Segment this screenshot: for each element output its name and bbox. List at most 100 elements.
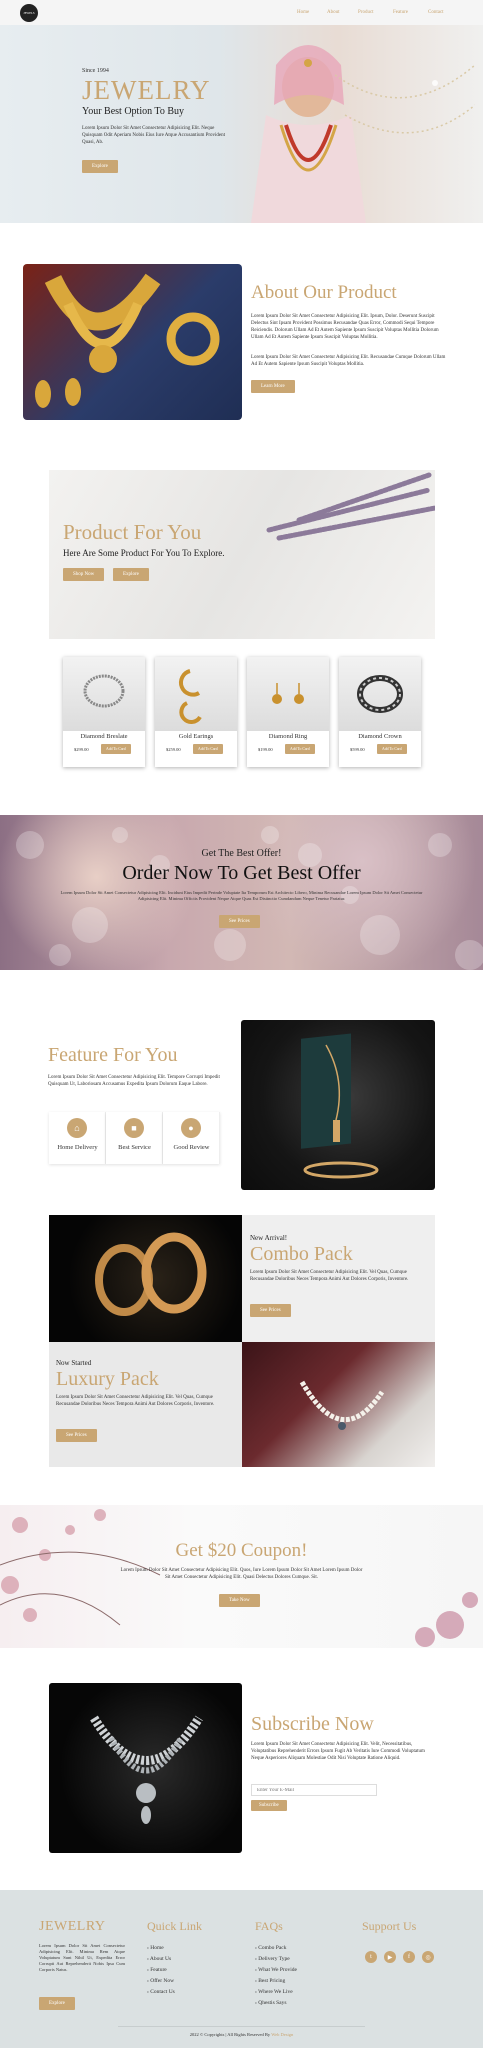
footer-link-contact[interactable]: › Contact Us [147, 1987, 175, 1998]
coupon-text: Lorem Ipsum Dolor Sit Amet Consectetur A… [120, 1568, 363, 1580]
footer-brand-text: Lorem Ipsum Dolor Sit Amet Consectetur A… [39, 1943, 125, 1972]
product-name: Diamond Crown [358, 733, 402, 740]
offer-see-prices-button[interactable]: See Prices [219, 915, 260, 928]
footer-faq-link[interactable]: › Delivery Type [255, 1954, 297, 1965]
youtube-icon[interactable]: ▶ [384, 1951, 396, 1963]
nav-link-about[interactable]: About [327, 10, 340, 15]
nav-link-feature[interactable]: Feature [393, 10, 408, 15]
hero-text: Lorem Ipsum Dolor Sit Amet Consectetur A… [82, 126, 226, 145]
offer-title: Order Now To Get Best Offer [122, 862, 361, 884]
subscribe-title: Subscribe Now [251, 1713, 374, 1735]
coupon-section: Get $20 Coupon! Lorem Ipsum Dolor Sit Am… [0, 1505, 483, 1648]
footer-credit-link[interactable]: Web Design [271, 2032, 293, 2037]
add-to-card-button[interactable]: Add To Card [193, 744, 223, 754]
product-price: $299.00 [74, 747, 89, 752]
product-name: Diamond Ring [268, 733, 308, 740]
luxury-pack-panel: Now Started Luxury Pack Lorem Ipsum Dolo… [49, 1342, 242, 1467]
luxury-see-prices-button[interactable]: See Prices [56, 1429, 97, 1442]
products-banner-title: Product For You [63, 520, 202, 544]
combo-see-prices-button[interactable]: See Prices [250, 1304, 291, 1317]
about-text-2: Lorem Ipsum Dolor Sit Amet Consectetur A… [251, 355, 446, 367]
subscribe-text: Lorem Ipsum Dolor Sit Amet Consectetur A… [251, 1742, 425, 1761]
nav-link-contact[interactable]: Contact [428, 10, 444, 15]
coupon-title: Get $20 Coupon! [175, 1540, 308, 1561]
about-title: About Our Product [251, 282, 397, 303]
footer-faq-link[interactable]: › Combo Pack [255, 1943, 297, 1954]
product-image [339, 657, 421, 731]
luxury-text: Lorem Ipsum Dolor Sit Amet Consectetur A… [56, 1395, 215, 1407]
shop-now-button[interactable]: Shop Now [63, 568, 105, 581]
footer-faq-link[interactable]: › What We Provide [255, 1965, 297, 1976]
feature-text: Lorem Ipsum Dolor Sit Amet Consectetur A… [48, 1075, 220, 1087]
about-text-1: Lorem Ipsum Dolor Sit Amet Consectetur A… [251, 314, 439, 340]
footer-brand: JEWELRY [39, 1919, 106, 1934]
footer-link-home[interactable]: › Home [147, 1943, 175, 1954]
user-icon: ● [181, 1118, 201, 1138]
offer-text: Lorem Ipsum Dolor Sit Amet Consectetur A… [60, 890, 423, 901]
footer-quick-link-title: Quick Link [147, 1919, 202, 1933]
combo-pack-image [49, 1215, 242, 1342]
subscribe-button[interactable]: Subscribe [251, 1800, 287, 1811]
footer-support-title: Support Us [362, 1919, 417, 1933]
feature-box-good-review: ● Good Review [163, 1112, 220, 1164]
product-name: Diamond Breslate [80, 733, 128, 740]
footer-explore-button[interactable]: Explore [39, 1997, 75, 2010]
about-learn-more-button[interactable]: Learn More [251, 380, 295, 393]
footer-quick-links: › Home › About Us › Feature › Offer Now … [147, 1943, 175, 1998]
luxury-pack-image [242, 1342, 435, 1467]
luxury-title: Luxury Pack [56, 1368, 159, 1390]
combo-pack-panel: New Arrival! Combo Pack Lorem Ipsum Dolo… [242, 1215, 435, 1342]
lavender-decor [266, 472, 435, 541]
nav-link-product[interactable]: Product [358, 10, 374, 15]
twitter-icon[interactable]: t [365, 1951, 377, 1963]
footer-faq-links: › Combo Pack › Delivery Type › What We P… [255, 1943, 297, 2009]
home-icon: ⌂ [67, 1118, 87, 1138]
combo-kicker: New Arrival! [250, 1234, 288, 1242]
add-to-card-button[interactable]: Add To Card [101, 744, 131, 754]
product-price: $259.00 [166, 747, 181, 752]
feature-label: Good Review [173, 1144, 210, 1151]
feature-image [241, 1020, 435, 1190]
product-name: Gold Earings [178, 733, 214, 740]
add-to-card-button[interactable]: Add To Card [377, 744, 407, 754]
hero-explore-button[interactable]: Explore [82, 160, 118, 173]
luxury-kicker: Now Started [56, 1359, 92, 1367]
subscribe-image [49, 1683, 242, 1853]
add-to-card-button[interactable]: Add To Card [285, 744, 315, 754]
hero-subtitle: Your Best Option To Buy [82, 106, 185, 117]
offer-kicker: Get The Best Offer! [201, 848, 282, 859]
footer-divider [118, 2026, 365, 2027]
product-card: Gold Earings $259.00 Add To Card [155, 657, 237, 767]
nav-link-home[interactable]: Home [297, 10, 309, 15]
footer-link-about[interactable]: › About Us [147, 1954, 175, 1965]
footer-link-feature[interactable]: › Feature [147, 1965, 175, 1976]
offer-section: Get The Best Offer! Order Now To Get Bes… [0, 815, 483, 970]
hero-section: Since 1994 JEWELRY Your Best Option To B… [0, 25, 483, 223]
product-image [247, 657, 329, 731]
truck-icon: ■ [124, 1118, 144, 1138]
combo-title: Combo Pack [250, 1243, 353, 1265]
footer-link-offer[interactable]: › Offer Now [147, 1976, 175, 1987]
hero-pearl-decor [335, 64, 475, 134]
product-card: Diamond Ring $199.00 Add To Card [247, 657, 329, 767]
feature-label: Best Service [118, 1144, 151, 1151]
coupon-take-now-button[interactable]: Take Now [219, 1594, 260, 1607]
footer-faq-link[interactable]: › Best Pricing [255, 1976, 297, 1987]
feature-title: Feature For You [48, 1044, 178, 1066]
about-product-image [23, 264, 242, 420]
explore-button[interactable]: Explore [113, 568, 149, 581]
footer-copyright: 2022 © Copyrights | All Rights Reserved … [189, 2032, 294, 2037]
product-card: Diamond Crown $599.00 Add To Card [339, 657, 421, 767]
instagram-icon[interactable]: ◎ [422, 1951, 434, 1963]
product-image [155, 657, 237, 731]
brand-logo[interactable]: JEWELS [20, 4, 38, 22]
feature-box-home-delivery: ⌂ Home Delivery [49, 1112, 106, 1164]
feature-label: Home Delivery [57, 1144, 98, 1151]
footer-faq-link[interactable]: › Where We Live [255, 1987, 297, 1998]
products-banner-subtitle: Here Are Some Product For You To Explore… [63, 548, 225, 558]
footer-faq-link[interactable]: › Qhestis Says [255, 1998, 297, 2009]
product-card: Diamond Breslate $299.00 Add To Card [63, 657, 145, 767]
facebook-icon[interactable]: f [403, 1951, 415, 1963]
email-input[interactable] [251, 1784, 377, 1796]
combo-text: Lorem Ipsum Dolor Sit Amet Consectetur A… [250, 1270, 409, 1282]
